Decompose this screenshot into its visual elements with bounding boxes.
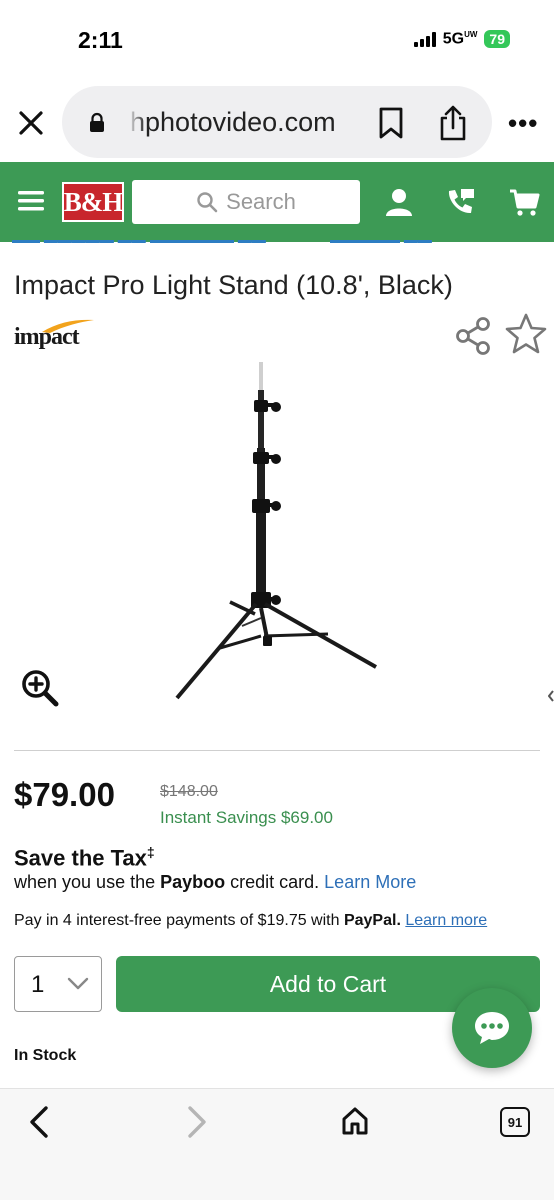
browser-bottom-bar: 91 — [0, 1088, 554, 1200]
site-header: B&H Search — [0, 162, 554, 242]
search-icon — [197, 192, 218, 213]
site-logo[interactable]: B&H — [62, 182, 124, 222]
chevron-down-icon — [67, 977, 89, 990]
bookmark-icon[interactable] — [376, 106, 406, 140]
social-share-icon[interactable] — [454, 316, 492, 356]
carousel-next-icon[interactable] — [548, 688, 554, 704]
close-icon[interactable] — [14, 106, 48, 140]
url-text: hphotovideo.com — [130, 107, 336, 137]
product-title: Impact Pro Light Stand (10.8', Black) — [14, 270, 453, 300]
list-price: $148.00 — [160, 783, 218, 800]
phone-chat-icon[interactable] — [444, 186, 476, 218]
tax-description: when you use the Payboo credit card. Lea… — [14, 872, 417, 892]
zoom-in-icon[interactable] — [20, 668, 60, 708]
address-bar[interactable]: hphotovideo.com — [62, 86, 492, 158]
product-price: $79.00 — [14, 776, 115, 813]
back-icon[interactable] — [26, 1105, 52, 1139]
brand-name: impact — [14, 324, 80, 350]
star-icon[interactable] — [504, 312, 548, 356]
payboo-label: Payboo — [160, 872, 226, 892]
quantity-select[interactable]: 1 — [14, 956, 102, 1012]
cellular-signal-icon — [413, 31, 436, 48]
share-icon[interactable] — [436, 104, 470, 142]
network-label: 5GUW — [442, 30, 478, 48]
search-placeholder: Search — [226, 189, 296, 214]
tabs-button[interactable]: 91 — [500, 1107, 530, 1137]
chat-bubble-icon — [475, 1012, 509, 1044]
breadcrumb: ▬▬ ▬▬▬▬▬ ▬▬ ▬▬▬▬▬▬ ▬▬ ▬▬▬▬▬ ▬▬ — [0, 240, 554, 246]
account-icon[interactable] — [383, 186, 415, 218]
product-image[interactable] — [150, 356, 400, 706]
paypal-learn-more-link[interactable]: Learn more — [405, 912, 487, 929]
cart-icon[interactable] — [508, 186, 540, 218]
paypal-installments: Pay in 4 interest-free payments of $19.7… — [14, 912, 488, 929]
quantity-value: 1 — [31, 971, 45, 998]
home-icon[interactable] — [340, 1105, 370, 1137]
search-input[interactable]: Search — [132, 180, 360, 224]
brand-logo[interactable]: impact — [14, 318, 94, 352]
learn-more-link[interactable]: Learn More — [324, 872, 416, 892]
browser-toolbar: hphotovideo.com ••• — [0, 84, 554, 162]
lock-icon — [90, 112, 104, 132]
status-time: 2:11 — [78, 27, 123, 53]
status-indicators: 5GUW 79 — [413, 30, 510, 49]
hamburger-menu-icon[interactable] — [18, 190, 44, 212]
stock-status: In Stock — [14, 1047, 77, 1064]
forward-icon[interactable] — [184, 1105, 210, 1139]
divider — [14, 750, 540, 751]
paypal-label: PayPal. — [343, 912, 401, 929]
more-options-icon[interactable]: ••• — [508, 108, 538, 139]
url-fade — [128, 100, 146, 144]
instant-savings: Instant Savings $69.00 — [160, 808, 333, 827]
status-bar: 2:11 5GUW 79 — [0, 0, 554, 82]
tax-title: Save the Tax‡ — [14, 844, 155, 871]
battery-icon: 79 — [484, 30, 510, 49]
chat-button[interactable] — [452, 988, 532, 1068]
